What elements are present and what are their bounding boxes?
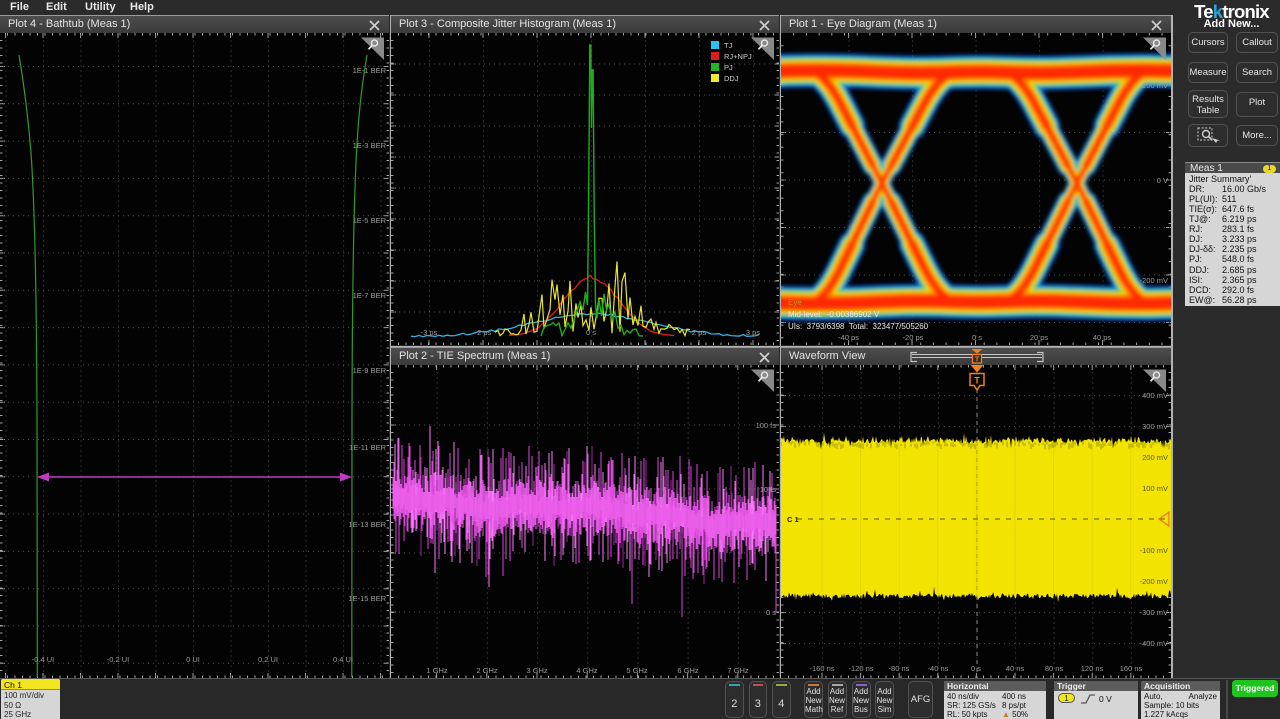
svg-text:-200 mV: -200 mV xyxy=(1140,577,1168,586)
svg-text:6 GHz: 6 GHz xyxy=(677,666,699,675)
svg-text:0.2 UI: 0.2 UI xyxy=(258,655,278,664)
svg-text:0 s: 0 s xyxy=(766,608,776,617)
svg-text:3 ps: 3 ps xyxy=(746,328,760,337)
svg-text:0 s: 0 s xyxy=(972,333,982,342)
svg-text:120 ns: 120 ns xyxy=(1081,664,1104,673)
svg-text:1E-3 BER: 1E-3 BER xyxy=(353,141,387,150)
svg-text:Mid-level: -0.00386902 V: Mid-level: -0.00386902 V xyxy=(788,310,880,319)
svg-text:0 V: 0 V xyxy=(1157,176,1168,185)
svg-text:80 ns: 80 ns xyxy=(1045,664,1064,673)
svg-text:-2 ps: -2 ps xyxy=(475,328,492,337)
svg-text:-400 mV: -400 mV xyxy=(1140,639,1168,648)
svg-text:0 s: 0 s xyxy=(586,328,596,337)
svg-text:T: T xyxy=(975,355,980,364)
svg-text:-120 ns: -120 ns xyxy=(848,664,873,673)
svg-text:2 GHz: 2 GHz xyxy=(476,666,498,675)
svg-text:1E-11 BER: 1E-11 BER xyxy=(349,443,387,452)
svg-text:400 mV: 400 mV xyxy=(1142,391,1168,400)
svg-text:5 GHz: 5 GHz xyxy=(626,666,648,675)
svg-text:1E-15 BER: 1E-15 BER xyxy=(348,594,386,603)
svg-text:4 GHz: 4 GHz xyxy=(576,666,598,675)
svg-text:200 mV: 200 mV xyxy=(1142,81,1168,90)
svg-text:100 mV: 100 mV xyxy=(1142,484,1168,493)
svg-text:-80 ns: -80 ns xyxy=(889,664,910,673)
svg-text:TJ: TJ xyxy=(724,41,733,50)
svg-text:RJ+NPJ: RJ+NPJ xyxy=(724,52,752,61)
svg-text:10 fs: 10 fs xyxy=(760,485,777,494)
svg-text:1E-1 BER: 1E-1 BER xyxy=(353,66,387,75)
svg-text:7 GHz: 7 GHz xyxy=(727,666,749,675)
svg-text:100 fs: 100 fs xyxy=(756,421,777,430)
svg-text:-0.4 UI: -0.4 UI xyxy=(32,655,55,664)
svg-text:2 ps: 2 ps xyxy=(692,328,706,337)
svg-text:200 mV: 200 mV xyxy=(1142,453,1168,462)
svg-text:300 mV: 300 mV xyxy=(1142,422,1168,431)
svg-text:0 s: 0 s xyxy=(971,664,981,673)
svg-text:1E-9 BER: 1E-9 BER xyxy=(353,366,387,375)
svg-text:-200 mV: -200 mV xyxy=(1140,276,1168,285)
svg-text:40 ns: 40 ns xyxy=(1006,664,1025,673)
svg-text:-160 ns: -160 ns xyxy=(809,664,834,673)
svg-text:PJ: PJ xyxy=(724,63,733,72)
svg-text:DDJ: DDJ xyxy=(724,74,739,83)
svg-text:20 ps: 20 ps xyxy=(1030,333,1049,342)
svg-text:1E-5 BER: 1E-5 BER xyxy=(353,216,387,225)
svg-text:40 ps: 40 ps xyxy=(1093,333,1112,342)
svg-text:-100 mV: -100 mV xyxy=(1140,546,1168,555)
svg-text:-40 ps: -40 ps xyxy=(838,333,859,342)
svg-text:-0.2 UI: -0.2 UI xyxy=(107,655,130,664)
svg-text:-3 ps: -3 ps xyxy=(421,328,438,337)
svg-text:-40 ns: -40 ns xyxy=(928,664,949,673)
svg-text:T: T xyxy=(974,376,980,386)
svg-text:1 GHz: 1 GHz xyxy=(426,666,448,675)
svg-text:1E-13 BER: 1E-13 BER xyxy=(348,520,386,529)
svg-text:UIs: 3793/6398 Total: 32347: UIs: 3793/6398 Total: 323477/505260 xyxy=(788,322,929,331)
svg-text:0 UI: 0 UI xyxy=(186,655,200,664)
svg-text:1E-7 BER: 1E-7 BER xyxy=(353,291,387,300)
svg-text:Eye: Eye xyxy=(788,298,802,307)
svg-text:160 ns: 160 ns xyxy=(1120,664,1143,673)
svg-text:-20 ps: -20 ps xyxy=(903,333,924,342)
svg-text:3 GHz: 3 GHz xyxy=(526,666,548,675)
svg-text:0.4 UI: 0.4 UI xyxy=(333,655,353,664)
svg-text:-300 mV: -300 mV xyxy=(1140,608,1168,617)
svg-text:C 1: C 1 xyxy=(787,515,799,524)
